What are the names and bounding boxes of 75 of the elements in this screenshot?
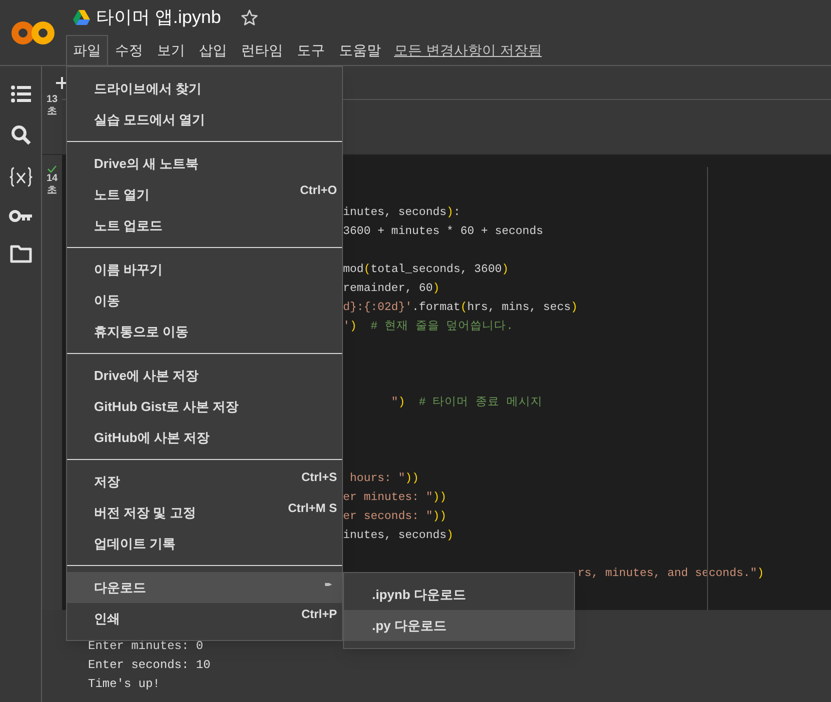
save-status-link[interactable]: 모든 변경사항이 저장됨 (388, 35, 548, 65)
menu-item-label: Drive의 새 노트북 (94, 154, 200, 173)
output-line: Enter minutes: 0 (88, 638, 204, 655)
submenu-item[interactable]: .py 다운로드 (344, 610, 574, 641)
folder-icon[interactable] (10, 245, 32, 263)
menu-item-label: 이름 바꾸기 (94, 260, 164, 279)
shortcut-label: Ctrl+O (300, 182, 337, 198)
menu-item[interactable]: GitHub에 사본 저장 (67, 422, 342, 453)
execution-time: 초 (47, 106, 57, 118)
search-icon[interactable] (10, 125, 30, 145)
execution-time: 초 (47, 185, 57, 197)
menu-item[interactable]: 저장 Ctrl+S (67, 466, 342, 497)
add-icon[interactable] (56, 76, 68, 88)
variables-icon[interactable] (8, 167, 32, 187)
shortcut-label: Ctrl+M S (288, 500, 337, 516)
menu-bar-item[interactable]: 보기 (150, 35, 192, 65)
menu-item-label: 휴지통으로 이동 (94, 322, 190, 341)
menu-item[interactable]: 드라이브에서 찾기 (67, 73, 342, 104)
code-line: er minutes: ")) (343, 490, 447, 506)
code-line: mod(total_seconds, 3600) (343, 262, 509, 278)
menu-item[interactable]: 실습 모드에서 열기 (67, 104, 342, 135)
menu-item[interactable]: 노트 업로드 (67, 210, 342, 241)
menu-item[interactable]: 노트 열기 Ctrl+O (67, 179, 342, 210)
menu-item[interactable]: 인쇄 Ctrl+P (67, 603, 342, 634)
code-line: rs, minutes, and seconds.") (576, 566, 764, 582)
menu-bar-item[interactable]: 수정 (108, 35, 150, 65)
menu-item-label: GitHub Gist로 사본 저장 (94, 398, 240, 416)
code-line: er seconds: ")) (343, 509, 447, 525)
menu-item-label: GitHub에 사본 저장 (94, 428, 211, 447)
menu-item[interactable]: 휴지통으로 이동 (67, 316, 342, 347)
code-line: ") # 타이머 종료 메시지 (390, 395, 543, 411)
notebook-title[interactable]: 타이머 앱.ipynb (96, 4, 222, 32)
table-of-contents-icon[interactable] (10, 85, 30, 103)
logo-icon[interactable] (11, 20, 55, 44)
menu-item-label: 저장 (94, 472, 121, 491)
code-line: ') # 현재 줄을 덮어씁니다. (343, 319, 514, 335)
menu-item-label: 노트 업로드 (94, 216, 164, 235)
execution-time: 13 (46, 94, 58, 106)
menu-bar-item[interactable]: 삽입 (192, 35, 234, 65)
menu-bar-item[interactable]: 도구 (290, 35, 332, 65)
output-line: Enter seconds: 10 (88, 657, 212, 674)
submenu-item[interactable]: .ipynb 다운로드 (344, 579, 574, 610)
menu-item[interactable]: 이름 바꾸기 (67, 254, 342, 285)
menu-bar-item[interactable]: 도움말 (332, 35, 388, 65)
shortcut-label: Ctrl+S (301, 468, 337, 486)
menu-item-label: 드라이브에서 찾기 (94, 80, 203, 98)
menu-item-label: 실습 모드에서 열기 (94, 110, 206, 129)
menu-item[interactable]: 다운로드 (67, 572, 342, 603)
menu-item-label: 업데이트 기록 (94, 534, 177, 553)
code-line: 3600 + minutes * 60 + seconds (343, 224, 544, 240)
code-line: hours: ")) (348, 471, 419, 487)
menu-item[interactable]: 이동 (67, 285, 342, 316)
menu-item-label: 다운로드 (94, 578, 147, 597)
menu-item[interactable]: Drive에 사본 저장 (67, 360, 342, 391)
menu-item[interactable]: 버전 저장 및 고정 Ctrl+M S (67, 497, 342, 528)
shortcut-label: Ctrl+P (301, 606, 337, 622)
menu-item[interactable]: Drive의 새 노트북 (67, 148, 342, 179)
menu-item-label: 이동 (94, 292, 121, 310)
menu-item[interactable]: 업데이트 기록 (67, 528, 342, 559)
menu-item-label: 인쇄 (94, 610, 121, 628)
menu-bar-item[interactable]: 런타임 (234, 35, 290, 65)
menu-item-label: Drive에 사본 저장 (94, 366, 200, 385)
menu-item-label: 버전 저장 및 고정 (94, 504, 197, 522)
star-icon[interactable] (241, 9, 258, 26)
menu-bar-item[interactable]: 파일 (66, 35, 108, 65)
menu-item-label: 노트 열기 (94, 186, 151, 204)
code-line: inutes, seconds) (343, 528, 454, 544)
output-line: Time's up! (88, 676, 162, 693)
code-line: remainder, 60) (343, 281, 440, 297)
menu-item[interactable]: GitHub Gist로 사본 저장 (67, 391, 342, 422)
drive-icon (73, 10, 90, 26)
code-line: inutes, seconds): (343, 205, 460, 221)
key-icon[interactable] (8, 209, 32, 223)
code-line: d}:{:02d}'.format(hrs, mins, secs) (343, 300, 578, 316)
execution-time: 14 (46, 173, 58, 185)
